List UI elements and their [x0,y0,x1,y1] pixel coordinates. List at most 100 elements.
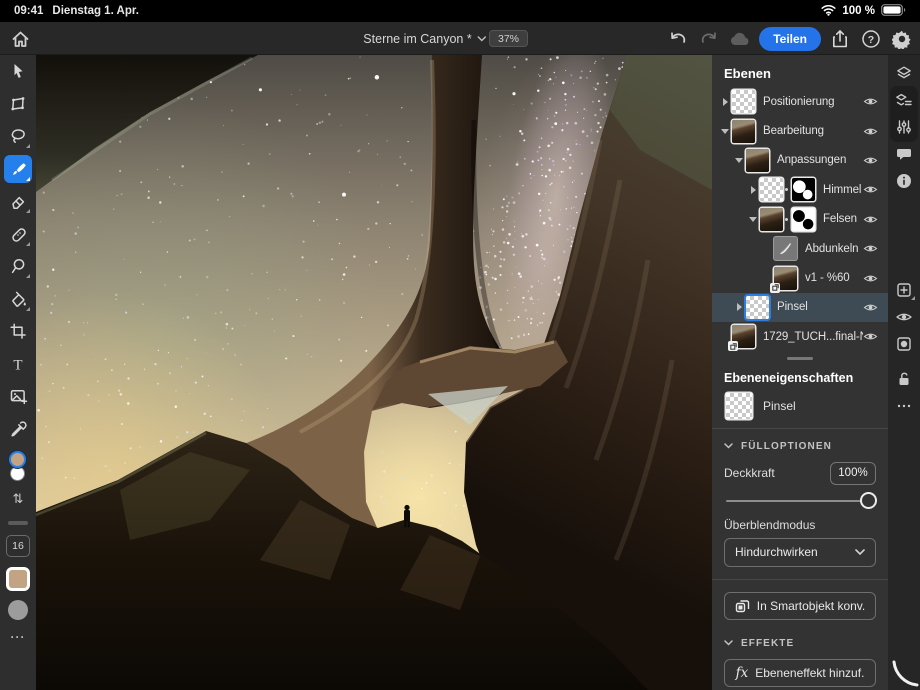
visibility-panel-icon[interactable] [890,303,918,330]
brush-tool-icon[interactable] [4,154,32,183]
visibility-eye-icon[interactable] [863,242,878,255]
layer-disclosure-arrow[interactable] [720,97,730,106]
layer-thumbnail[interactable] [732,119,755,143]
curves-adjustment-icon [780,243,792,255]
layer-name: v1 - %60 [805,272,850,285]
unlock-panel-icon[interactable] [890,365,918,392]
export-icon[interactable] [828,27,852,51]
eraser-tool-icon[interactable] [4,187,32,215]
convert-smart-object-button[interactable]: In Smartobjekt konv. [724,591,876,620]
visibility-eye-icon[interactable] [863,183,878,196]
layer-thumbnail[interactable] [746,295,769,319]
brush-size-field[interactable]: 16 [6,535,30,557]
blend-mode-dropdown[interactable]: Hindurchwirken [724,537,876,567]
share-button[interactable]: Teilen [759,26,821,51]
fill-tool-icon[interactable] [4,285,32,313]
layer-disclosure-arrow[interactable] [734,303,744,312]
layer-row-6[interactable]: Abdunkeln [712,234,888,263]
layer-name: Pinsel [777,301,808,314]
visibility-eye-icon[interactable] [863,154,878,167]
layer-mask-thumbnail[interactable] [792,207,815,231]
layer-row-3[interactable]: Anpassungen [712,146,888,175]
opacity-slider[interactable] [726,491,877,509]
crop-tool-icon[interactable] [4,317,32,345]
smart-object-icon [735,599,749,612]
mask-panel-icon[interactable] [890,330,918,357]
opacity-value-box[interactable]: 100% [830,461,876,485]
redo-button[interactable] [697,27,721,51]
brush-hardness-preview[interactable] [8,600,28,620]
undo-button[interactable] [666,27,690,51]
lasso-tool-icon[interactable] [4,122,32,150]
layer-disclosure-arrow[interactable] [748,216,758,222]
opacity-label: Deckkraft [724,466,775,481]
home-button[interactable] [8,27,32,51]
swap-colors-icon[interactable]: ⇅ [13,491,24,507]
comment-panel-icon[interactable] [890,140,918,167]
tools-sidebar: T ⇅ 16 ··· [0,55,36,690]
background-color-swatch[interactable] [10,466,25,481]
smart-object-badge [728,341,738,352]
move-tool-icon[interactable] [4,57,32,85]
visibility-eye-icon[interactable] [863,125,878,138]
layer-row-8[interactable]: Pinsel [712,292,888,323]
svg-text:?: ? [868,34,874,46]
layer-mask-thumbnail[interactable] [792,178,815,202]
adjustments-panel-icon[interactable] [890,113,918,140]
document-canvas[interactable] [36,55,712,690]
info-panel-icon[interactable] [890,167,918,194]
battery-percent: 100 % [842,5,875,17]
color-swatches[interactable] [4,451,32,489]
dodge-burn-tool-icon[interactable] [4,252,32,280]
opacity-slider-knob[interactable] [860,491,877,509]
visibility-eye-icon[interactable] [863,213,878,226]
visibility-eye-icon[interactable] [863,330,878,343]
layer-thumbnail[interactable] [760,207,783,231]
visibility-eye-icon[interactable] [863,95,878,108]
layer-disclosure-arrow[interactable] [748,185,758,194]
layer-thumbnail[interactable] [728,325,755,352]
layer-row-7[interactable]: v1 - %60 [712,263,888,293]
layer-thumbnail[interactable] [746,148,769,172]
layer-row-5[interactable]: Felsen [712,205,888,234]
effects-section-header[interactable]: EFFEKTE [712,620,888,655]
layer-row-2[interactable]: Bearbeitung [712,116,888,145]
svg-text:T: T [13,357,22,373]
layer-disclosure-arrow[interactable] [734,157,744,163]
help-button[interactable]: ? [859,27,883,51]
layer-disclosure-arrow[interactable] [720,128,730,134]
document-title[interactable]: Sterne im Canyon * [363,22,487,55]
add-layer-panel-icon[interactable] [890,276,918,303]
subtool-indicator [911,296,915,300]
healing-brush-tool-icon[interactable] [4,220,32,248]
add-layer-effect-button[interactable]: fx Ebeneneffekt hinzuf. [724,658,876,687]
transform-tool-icon[interactable] [4,90,32,118]
type-tool-icon[interactable]: T [4,350,32,378]
zoom-level-badge[interactable]: 37% [489,30,529,47]
panel-drag-handle[interactable] [787,356,813,360]
layer-thumbnail[interactable] [770,266,797,293]
place-image-tool-icon[interactable] [4,382,32,410]
status-bar: 09:41 Dienstag 1. Apr. 100 % [0,0,920,22]
subtool-indicator [26,209,30,213]
layer-properties-panel-icon[interactable] [890,86,918,113]
fill-options-section-header[interactable]: FÜLLOPTIONEN [712,429,888,458]
layer-thumbnail[interactable] [760,178,783,202]
layers-panel-icon[interactable] [890,59,918,86]
eyedropper-tool-icon[interactable] [4,415,32,443]
tool-options-more-icon[interactable]: ··· [11,630,26,644]
visibility-eye-icon[interactable] [863,272,878,285]
settings-gear-icon[interactable] [890,27,914,51]
visibility-eye-icon[interactable] [863,301,878,314]
top-toolbar: Sterne im Canyon * 37% Teilen ? [0,22,920,55]
layer-row-1[interactable]: Positionierung [712,87,888,116]
cloud-sync-icon[interactable] [728,27,752,51]
layer-row-9[interactable]: 1729_TUCH...final-NR33 [712,322,888,352]
brush-tip-preview[interactable] [6,567,30,591]
layer-thumbnail[interactable] [732,90,755,114]
more-panel-icon[interactable] [890,392,918,419]
foreground-color-swatch[interactable] [9,451,26,468]
layer-thumbnail[interactable] [774,237,797,261]
tool-options-handle[interactable] [8,521,28,525]
layer-row-4[interactable]: Himmel [712,175,888,204]
